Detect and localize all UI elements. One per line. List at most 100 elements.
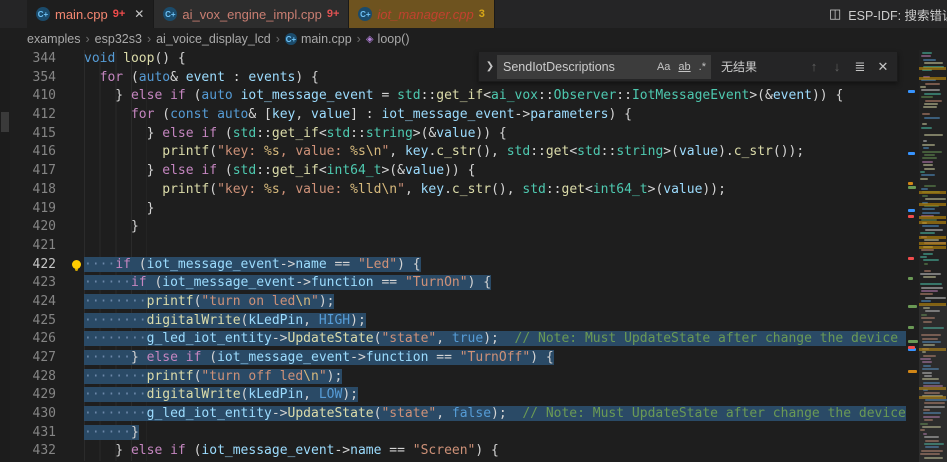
code-line[interactable]: 430 ········g_led_iot_entity->UpdateState… xyxy=(10,405,906,424)
code-line[interactable]: 431 ······} xyxy=(10,423,906,443)
breadcrumb-separator: › xyxy=(85,32,90,46)
code-token: < xyxy=(318,125,327,141)
code-token: ( xyxy=(123,69,139,85)
line-number[interactable]: 418 xyxy=(10,181,74,200)
code-line[interactable]: 420 } xyxy=(10,218,906,237)
breadcrumb-item-main-cpp[interactable]: C+ main.cpp xyxy=(284,32,352,46)
code-line[interactable]: 416 printf("key: %s, value: %s\n", key.c… xyxy=(10,143,906,163)
match-case-toggle[interactable]: Aa xyxy=(654,60,673,74)
minimap-code-bar xyxy=(924,82,941,85)
line-number[interactable]: 430 xyxy=(10,405,74,424)
find-input[interactable] xyxy=(497,58,647,75)
minimap-code-bar xyxy=(922,147,930,150)
code-token: c_str xyxy=(451,181,492,197)
code-token: ) { xyxy=(467,275,492,291)
tab-iot_manager-cpp[interactable]: C+ iot_manager.cpp 3 xyxy=(349,0,495,28)
line-number[interactable]: 410 xyxy=(10,87,74,106)
code-line[interactable]: 425 ········digitalWrite(kLedPin, HIGH); xyxy=(10,311,906,331)
code-line[interactable]: 428 ········printf("turn off led\n"); xyxy=(10,367,906,387)
line-number[interactable]: 354 xyxy=(10,69,74,88)
code-line[interactable]: 424 ········printf("turn on led\n"); xyxy=(10,292,906,312)
tab-bar: C+ main.cpp 9+ ✕ C+ ai_vox_engine_impl.cpp 9+ C… xyxy=(0,0,947,28)
line-number[interactable]: 425 xyxy=(10,312,74,331)
code-line[interactable]: 426 ········g_led_iot_entity->UpdateState… xyxy=(10,330,906,349)
minimap[interactable] xyxy=(919,50,947,462)
code-line[interactable]: 427 ······} else if (iot_message_event->f… xyxy=(10,349,906,368)
line-number[interactable]: 416 xyxy=(10,143,74,162)
line-number[interactable]: 412 xyxy=(10,106,74,125)
code-token: function xyxy=(311,275,374,291)
code-editor[interactable]: 344 void loop() {354 for (auto& event : e… xyxy=(10,50,906,462)
code-token: : xyxy=(224,69,249,85)
split-editor-icon[interactable]: ◫ xyxy=(829,6,841,22)
tab-close-icon[interactable]: ✕ xyxy=(134,7,144,21)
code-token: get xyxy=(545,144,570,160)
code-token: "TurnOn" xyxy=(404,275,468,291)
code-token: std xyxy=(506,144,531,160)
find-in-selection-button[interactable]: ≣ xyxy=(850,59,870,75)
overview-ruler[interactable] xyxy=(906,50,919,462)
code-line[interactable]: 419 } xyxy=(10,199,906,219)
tab-ai_vox_engine_impl-cpp[interactable]: C+ ai_vox_engine_impl.cpp 9+ xyxy=(154,0,350,28)
lightbulb-icon[interactable] xyxy=(72,259,81,269)
code-line[interactable]: 421 xyxy=(10,236,906,256)
close-find-button[interactable]: ✕ xyxy=(873,59,893,75)
cpp-file-icon: C+ xyxy=(36,7,50,21)
breadcrumb-item-examples[interactable]: examples xyxy=(27,32,81,46)
code-line[interactable]: 432 } else if (iot_message_event->name =… xyxy=(10,442,906,462)
code-token: ); xyxy=(483,331,515,347)
minimap-code-bar xyxy=(924,103,939,105)
code-line[interactable]: 423 ······if (iot_message_event->function… xyxy=(10,274,906,293)
code-line[interactable]: 422 ····if (iot_message_event->name == "L… xyxy=(10,255,906,275)
line-number[interactable]: 344 xyxy=(10,50,74,69)
code-line[interactable]: 415 } else if (std::get_if<std::string>(… xyxy=(10,124,906,144)
code-token: ); xyxy=(318,293,335,309)
code-line[interactable]: 417 } else if (std::get_if<int64_t>(&val… xyxy=(10,162,906,181)
breadcrumb-item-loop-[interactable]: ◈ loop() xyxy=(366,32,410,46)
line-number[interactable]: 429 xyxy=(10,386,74,405)
code-token: value xyxy=(436,125,476,141)
line-number[interactable]: 419 xyxy=(10,200,74,219)
whole-word-toggle[interactable]: ab xyxy=(675,60,693,74)
code-line[interactable]: 410 } else if (auto iot_message_event = … xyxy=(10,87,906,107)
line-number[interactable]: 415 xyxy=(10,125,74,144)
code-token: get_if xyxy=(271,163,319,179)
line-number[interactable]: 426 xyxy=(10,330,74,349)
previous-match-button[interactable]: ↑ xyxy=(804,59,824,74)
regex-toggle[interactable]: .* xyxy=(696,60,709,74)
line-number[interactable]: 428 xyxy=(10,368,74,387)
code-line[interactable]: 429 ········digitalWrite(kLedPin, LOW); xyxy=(10,386,906,406)
minimap-highlight-mark xyxy=(919,235,946,239)
code-token: :: xyxy=(256,125,272,141)
code-token: loop xyxy=(123,51,155,66)
code-token: & [ xyxy=(248,107,272,123)
esp-idf-action-label[interactable]: ESP-IDF: 搜索错误 xyxy=(848,5,947,24)
code-line-content xyxy=(74,236,906,256)
breadcrumb-item-esp32s3[interactable]: esp32s3 xyxy=(95,32,142,46)
line-number[interactable]: 432 xyxy=(10,442,74,461)
next-match-button[interactable]: ↓ xyxy=(827,59,847,74)
minimap-code-bar xyxy=(920,171,926,173)
code-token: ); xyxy=(342,387,358,403)
code-token: } xyxy=(84,443,131,459)
line-number[interactable]: 421 xyxy=(10,237,74,256)
code-token: ········ xyxy=(84,312,147,328)
line-number[interactable]: 427 xyxy=(10,349,74,368)
line-number[interactable]: 420 xyxy=(10,218,74,237)
line-number[interactable]: 417 xyxy=(10,162,74,181)
tab-main-cpp[interactable]: C+ main.cpp 9+ ✕ xyxy=(27,0,155,28)
code-token: () { xyxy=(154,51,186,66)
line-number[interactable]: 431 xyxy=(10,424,74,443)
line-number[interactable]: 422 xyxy=(10,256,74,275)
code-line[interactable]: 412 for (const auto& [key, value] : iot_… xyxy=(10,106,906,125)
minimap-slider[interactable] xyxy=(919,305,947,462)
line-number[interactable]: 423 xyxy=(10,274,74,293)
code-token: \n xyxy=(365,144,382,160)
code-token: printf xyxy=(146,368,194,384)
code-line[interactable]: 418 printf("key: %s, value: %lld\n", key… xyxy=(10,180,906,200)
breadcrumb-item-ai-voice-display-lcd[interactable]: ai_voice_display_lcd xyxy=(156,32,271,46)
line-number[interactable]: 424 xyxy=(10,293,74,312)
method-symbol-icon: ◈ xyxy=(365,33,374,45)
toggle-replace-chevron-icon[interactable]: ❯ xyxy=(483,61,497,72)
